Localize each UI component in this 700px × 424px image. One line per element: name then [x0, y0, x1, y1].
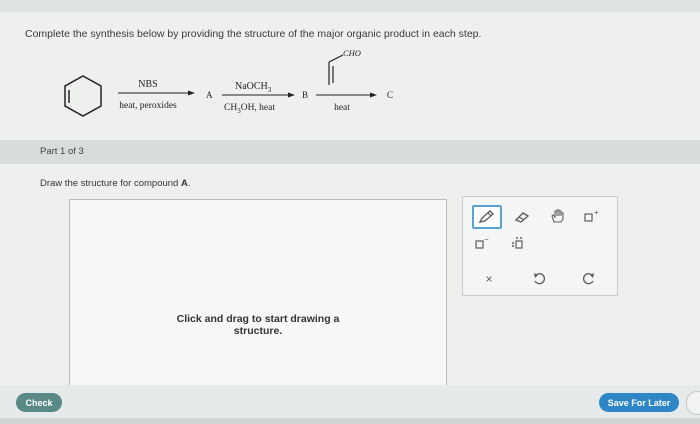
step2-conditions: CH3OH, heat	[224, 103, 275, 115]
reaction-scheme: NBS heat, peroxides A NaOCH3 CH3OH, heat…	[64, 48, 393, 117]
part-header	[0, 140, 700, 164]
instruction-text: Draw the structure for compound A.	[40, 178, 191, 189]
redo-icon	[583, 273, 594, 285]
dienophile-cho-label: CHO	[343, 48, 361, 58]
step2-reagent: NaOCH3	[235, 81, 272, 94]
eraser-icon	[514, 212, 530, 223]
charge-minus-tool[interactable]: −	[472, 233, 494, 253]
pencil-tool[interactable]	[472, 205, 502, 229]
svg-text:+: +	[594, 208, 599, 217]
undo-icon	[534, 273, 545, 285]
top-band	[0, 0, 700, 12]
charge-minus-icon: −	[475, 235, 489, 249]
canvas-hint: Click and drag to start drawing a struct…	[176, 313, 340, 337]
hand-tool[interactable]	[547, 206, 569, 226]
svg-text:×: ×	[485, 272, 492, 286]
step1-conditions: heat, peroxides	[119, 101, 177, 111]
save-for-later-button[interactable]: Save For Later	[599, 393, 679, 412]
lone-pair-tool[interactable]	[509, 233, 531, 253]
charge-plus-icon: +	[584, 208, 599, 222]
part-label: Part 1 of 3	[40, 146, 84, 157]
svg-text:−: −	[484, 235, 489, 244]
close-tool[interactable]: ×	[478, 269, 500, 289]
charge-plus-tool[interactable]: +	[581, 206, 603, 226]
undo-tool[interactable]	[528, 269, 550, 289]
step1-reagent: NBS	[138, 79, 157, 90]
drawing-canvas[interactable]: Click and drag to start drawing a struct…	[69, 199, 447, 391]
product-b-label: B	[302, 90, 308, 100]
drawing-toolbar: + − ×	[462, 196, 618, 296]
check-button[interactable]: Check	[16, 393, 62, 412]
pencil-icon	[478, 210, 495, 223]
compound-label: A	[180, 178, 188, 189]
step3-conditions: heat	[334, 103, 350, 113]
lone-pair-icon	[512, 237, 523, 249]
next-button[interactable]	[686, 391, 700, 415]
eraser-tool[interactable]	[511, 207, 533, 227]
close-icon: ×	[485, 272, 492, 286]
product-c-label: C	[387, 90, 393, 100]
hand-icon	[551, 209, 564, 223]
bottom-bar	[0, 385, 700, 418]
redo-tool[interactable]	[578, 269, 600, 289]
product-a-label: A	[206, 90, 213, 100]
bottom-rule	[0, 418, 700, 424]
question-text: Complete the synthesis below by providin…	[25, 28, 482, 40]
cyclohexene-structure	[64, 75, 102, 117]
